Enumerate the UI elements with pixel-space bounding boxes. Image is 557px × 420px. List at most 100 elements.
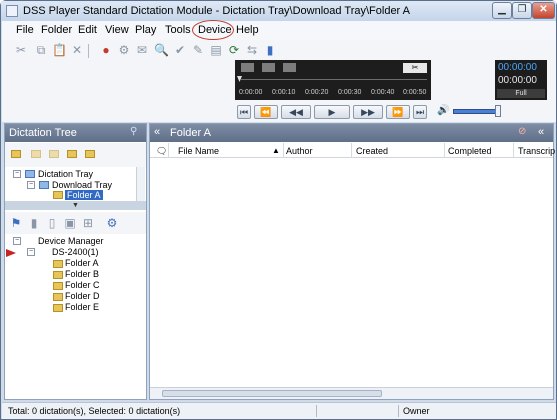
folder-icon[interactable] <box>67 150 77 158</box>
transfer-icon[interactable]: ⇆ <box>245 43 259 57</box>
scrollbar-thumb[interactable] <box>162 390 382 397</box>
next-index-button[interactable]: ⏩ <box>386 105 410 119</box>
book-icon[interactable]: ▤ <box>209 43 223 57</box>
device-settings-icon[interactable]: ⚙ <box>105 216 119 230</box>
collapse-pane-icon[interactable]: « <box>154 126 160 138</box>
folder-icon[interactable] <box>31 150 41 158</box>
collapse-icon[interactable]: − <box>13 170 21 178</box>
find-icon[interactable]: 🔍 <box>154 43 169 57</box>
column-file-name[interactable]: File Name <box>178 146 219 156</box>
time-tick: 0:00:00 <box>239 89 263 96</box>
menu-tools[interactable]: Tools <box>165 24 191 36</box>
player-info-button[interactable] <box>283 63 296 72</box>
collapse-icon[interactable]: − <box>27 248 35 256</box>
tree-toolbar <box>5 143 146 167</box>
fast-forward-button[interactable]: ▶▶ <box>353 105 383 119</box>
tree-item-dictation-tray[interactable]: Dictation Tray <box>38 169 93 179</box>
refresh-icon[interactable]: ⟳ <box>227 43 241 57</box>
column-separator[interactable] <box>444 143 445 158</box>
close-button[interactable]: ✕ <box>532 2 555 19</box>
minimize-button[interactable]: ▁ <box>492 2 512 19</box>
folder-icon <box>53 282 63 290</box>
list-horizontal-scrollbar[interactable] <box>150 387 553 399</box>
device-icon[interactable]: ▣ <box>63 216 77 230</box>
column-separator[interactable] <box>283 143 284 158</box>
tree-item-device[interactable]: DS-2400(1) <box>52 247 99 257</box>
tree-item-device-folder[interactable]: Folder B <box>65 269 99 279</box>
folder-settings-icon[interactable] <box>85 150 95 158</box>
previous-index-button[interactable]: ⏪ <box>254 105 278 119</box>
tree-item-device-manager[interactable]: Device Manager <box>38 236 104 246</box>
device-connect-icon[interactable]: ⚑ <box>9 216 23 230</box>
device-icon[interactable]: ⊞ <box>81 216 95 230</box>
device-icon[interactable]: ▮ <box>263 43 277 57</box>
comment-column-icon[interactable]: 🗨 <box>156 146 167 157</box>
player-marker-button[interactable] <box>262 63 275 72</box>
column-completed[interactable]: Completed <box>448 146 492 156</box>
play-mode[interactable]: Full <box>497 89 545 98</box>
column-separator[interactable] <box>513 143 514 158</box>
tree-item-folder-a[interactable]: Folder A <box>65 190 103 200</box>
tree-item-device-folder[interactable]: Folder E <box>65 302 99 312</box>
column-author[interactable]: Author <box>286 146 313 156</box>
position-track[interactable] <box>241 79 427 80</box>
tree-item-download-tray[interactable]: Download Tray <box>52 180 112 190</box>
volume-slider[interactable] <box>453 109 498 114</box>
menu-file[interactable]: File <box>16 24 34 36</box>
new-folder-icon[interactable] <box>11 150 21 158</box>
tree-scrollbar[interactable] <box>136 167 145 201</box>
folder-icon[interactable] <box>49 150 59 158</box>
folder-icon <box>53 293 63 301</box>
send-icon[interactable]: ✉ <box>135 43 149 57</box>
pane-splitter[interactable]: ▼ <box>5 201 146 210</box>
maximize-button[interactable]: ❐ <box>512 2 532 19</box>
status-summary: Total: 0 dictation(s), Selected: 0 dicta… <box>8 406 181 416</box>
delete-icon[interactable]: ✕ <box>70 43 84 57</box>
tree-item-device-folder[interactable]: Folder D <box>65 291 100 301</box>
menu-help[interactable]: Help <box>236 24 259 36</box>
paste-icon[interactable]: 📋 <box>52 43 67 57</box>
menu-folder[interactable]: Folder <box>41 24 72 36</box>
collapse-icon[interactable]: − <box>27 181 35 189</box>
rewind-button[interactable]: ◀◀ <box>281 105 311 119</box>
pin-icon[interactable]: ⚲ <box>130 126 137 137</box>
cut-icon[interactable]: ✂ <box>14 43 28 57</box>
folder-icon <box>53 304 63 312</box>
collapse-right-icon[interactable]: « <box>538 126 544 138</box>
record-icon[interactable]: ● <box>99 43 113 57</box>
tree-title: Dictation Tree <box>9 127 77 139</box>
device-toolbar: ⚑ ▮ ▯ ▣ ⊞ ⚙ <box>5 212 146 234</box>
list-header: « Folder A ⊘ « <box>150 124 553 142</box>
volume-knob[interactable] <box>495 105 501 117</box>
folder-icon <box>53 271 63 279</box>
column-separator[interactable] <box>168 143 169 158</box>
column-separator[interactable] <box>351 143 352 158</box>
status-separator <box>316 405 317 417</box>
collapse-icon[interactable]: − <box>13 237 21 245</box>
app-icon <box>6 5 18 17</box>
title-bar: DSS Player Standard Dictation Module - D… <box>1 1 556 21</box>
tree-item-device-folder[interactable]: Folder A <box>65 258 99 268</box>
edit-icon[interactable]: ✎ <box>191 43 205 57</box>
copy-icon[interactable]: ⧉ <box>34 43 48 57</box>
settings-icon[interactable]: ⚙ <box>117 43 131 57</box>
menu-edit[interactable]: Edit <box>78 24 97 36</box>
check-icon[interactable]: ✔ <box>173 43 187 57</box>
player-index-button[interactable] <box>241 63 254 72</box>
skip-start-button[interactable]: ⏮ <box>237 105 251 119</box>
player-cut-button[interactable]: ✂ <box>403 63 427 73</box>
play-button[interactable]: ▶ <box>314 105 350 119</box>
column-created[interactable]: Created <box>356 146 388 156</box>
no-filter-icon[interactable]: ⊘ <box>518 126 526 137</box>
sort-ascending-icon: ▲ <box>272 146 280 155</box>
skip-end-button[interactable]: ⏭ <box>413 105 427 119</box>
time-tick: 0:00:40 <box>371 89 395 96</box>
time-display: 00:00:00 00:00:00 Full <box>495 60 547 100</box>
device-icon[interactable]: ▯ <box>45 216 59 230</box>
tree-item-device-folder[interactable]: Folder C <box>65 280 100 290</box>
device-icon[interactable]: ▮ <box>27 216 41 230</box>
toolbar-separator <box>88 44 89 58</box>
column-transcription[interactable]: Transcrip <box>518 146 555 156</box>
menu-play[interactable]: Play <box>135 24 156 36</box>
menu-view[interactable]: View <box>105 24 129 36</box>
